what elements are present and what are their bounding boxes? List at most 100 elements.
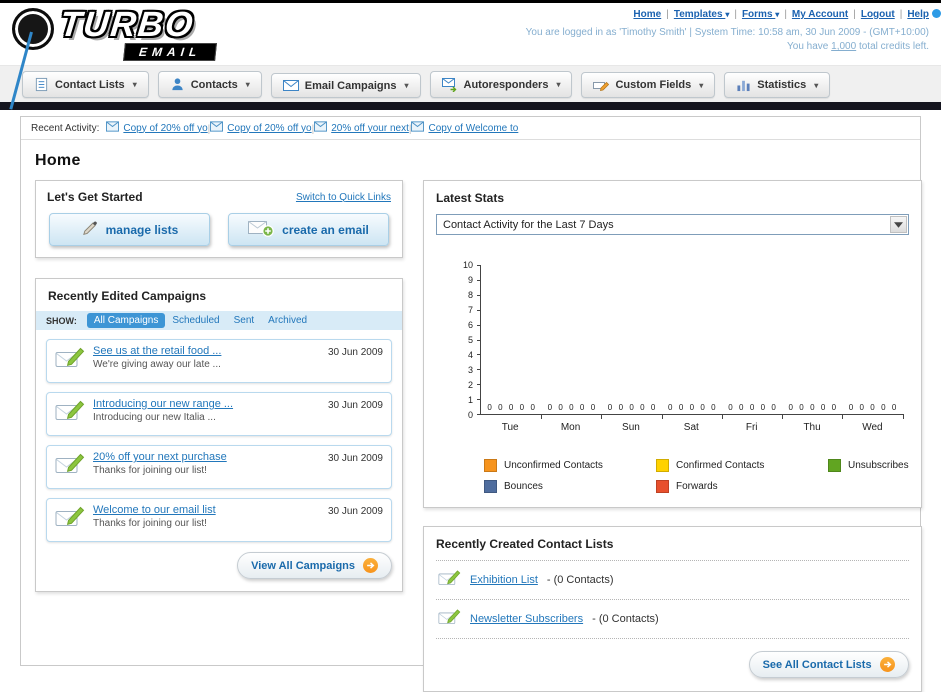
stats-period-select[interactable]: Contact Activity for the Last 7 Days bbox=[436, 214, 909, 235]
campaign-tab-all-campaigns[interactable]: All Campaigns bbox=[86, 313, 166, 328]
campaign-text: 20% off your next purchase Thanks for joi… bbox=[93, 451, 320, 476]
logo-title: TURBO bbox=[58, 5, 197, 44]
link-separator: | bbox=[853, 9, 856, 20]
campaign-subtitle: We're giving away our late ... bbox=[93, 359, 221, 370]
y-axis-tick-label: 9 bbox=[467, 275, 473, 285]
bar-value-labels: 00000 bbox=[722, 403, 782, 412]
link-separator: | bbox=[734, 9, 737, 20]
chart-day-group: 00000 bbox=[842, 265, 904, 419]
create-email-label: create an email bbox=[282, 222, 369, 237]
campaign-tab-scheduled[interactable]: Scheduled bbox=[165, 313, 226, 328]
campaign-item: Welcome to our email list Thanks for join… bbox=[46, 498, 392, 542]
view-all-campaigns-label: View All Campaigns bbox=[251, 559, 355, 572]
pencil-icon bbox=[81, 220, 98, 240]
bar-value-labels: 00000 bbox=[601, 403, 661, 412]
top-link-forms[interactable]: Forms ▾ bbox=[742, 9, 779, 20]
envelope-pencil-icon bbox=[55, 346, 85, 376]
credits-text: You have 1,000 total credits left. bbox=[526, 41, 929, 52]
bar-value-labels: 00000 bbox=[481, 403, 541, 412]
legend-item-unsubscribes: Unsubscribes bbox=[828, 459, 909, 472]
nav-tab-statistics[interactable]: Statistics ▾ bbox=[724, 72, 831, 98]
contact-list-link[interactable]: Exhibition List bbox=[470, 574, 538, 586]
recent-activity-bar: Recent Activity: Copy of 20% off yo | Copy… bbox=[21, 117, 920, 140]
envelope-pencil-icon bbox=[55, 399, 85, 429]
nav-tab-autoresponders[interactable]: Autoresponders ▾ bbox=[429, 71, 573, 98]
bar-value-label: 0 bbox=[881, 403, 886, 412]
nav-divider-bar bbox=[0, 102, 941, 110]
chart-legend: Unconfirmed Contacts Confirmed Contacts Un… bbox=[484, 459, 909, 493]
login-info-text: You are logged in as 'Timothy Smith' | S… bbox=[525, 27, 929, 38]
recent-activity-link[interactable]: Copy of 20% off yo bbox=[227, 123, 311, 134]
nav-tab-label: Email Campaigns bbox=[304, 79, 397, 92]
view-all-campaigns-button[interactable]: View All Campaigns bbox=[237, 552, 392, 579]
bar-value-label: 0 bbox=[749, 403, 755, 412]
bar-value-label: 0 bbox=[579, 403, 585, 412]
chart-plot-column: 00000000000000000000000000000000000 Tue M… bbox=[477, 265, 904, 433]
campaign-list: See us at the retail food ... We're givin… bbox=[36, 330, 402, 542]
create-email-button[interactable]: create an email bbox=[228, 213, 389, 246]
recently-edited-campaigns-panel: Recently Edited Campaigns SHOW: All Camp… bbox=[35, 278, 403, 592]
top-link-templates[interactable]: Templates ▾ bbox=[674, 9, 730, 20]
campaign-tab-sent[interactable]: Sent bbox=[227, 313, 262, 328]
campaign-tab-list: All Campaigns Scheduled Sent Archived bbox=[86, 313, 314, 328]
chevron-down-icon: ▾ bbox=[404, 81, 409, 90]
bar-value-label: 0 bbox=[629, 403, 634, 412]
stats-period-value: Contact Activity for the Last 7 Days bbox=[443, 218, 614, 231]
top-link-logout[interactable]: Logout bbox=[861, 9, 895, 20]
recent-activity-link[interactable]: 20% off your next bbox=[331, 123, 409, 134]
contact-list-item: Exhibition List - (0 Contacts) bbox=[436, 561, 909, 600]
bar-value-label: 0 bbox=[607, 403, 613, 412]
chevron-down-icon: ▾ bbox=[699, 80, 704, 90]
legend-label: Confirmed Contacts bbox=[676, 460, 765, 471]
get-started-title: Let's Get Started bbox=[47, 190, 143, 204]
envelope-pencil-icon bbox=[55, 505, 85, 535]
see-all-contact-lists-button[interactable]: See All Contact Lists bbox=[748, 651, 909, 678]
nav-tab-email-campaigns[interactable]: Email Campaigns ▾ bbox=[270, 73, 421, 98]
latest-stats-title: Latest Stats bbox=[436, 191, 505, 205]
campaign-title-link[interactable]: Welcome to our email list bbox=[93, 504, 320, 516]
nav-tab-contact-lists[interactable]: Contact Lists ▾ bbox=[22, 71, 149, 98]
legend-swatch bbox=[828, 459, 841, 472]
contact-list-count: - (0 Contacts) bbox=[592, 613, 659, 625]
switch-to-quick-links[interactable]: Switch to Quick Links bbox=[296, 192, 391, 203]
nav-tab-custom-fields[interactable]: Custom Fields ▾ bbox=[581, 72, 716, 98]
chart-x-axis-labels: Tue Mon Sun Sat Fri Thu Wed bbox=[480, 415, 903, 433]
manage-lists-button[interactable]: manage lists bbox=[49, 213, 210, 246]
top-link-help[interactable]: Help bbox=[907, 9, 929, 20]
contact-list-link[interactable]: Newsletter Subscribers bbox=[470, 613, 583, 625]
chevron-down-icon: ▾ bbox=[245, 80, 250, 89]
x-axis-label: Thu bbox=[803, 422, 821, 433]
bar-value-label: 0 bbox=[810, 403, 815, 412]
bar-value-label: 0 bbox=[689, 403, 695, 412]
contact-list-count: - (0 Contacts) bbox=[546, 574, 614, 586]
mail-small-icon bbox=[106, 121, 120, 135]
nav-tab-contacts[interactable]: Contacts ▾ bbox=[157, 71, 262, 98]
custom-fields-icon bbox=[593, 78, 610, 92]
campaign-tab-archived[interactable]: Archived bbox=[261, 313, 314, 328]
logo-subtitle: EMAIL bbox=[123, 43, 218, 61]
x-axis-label: Mon bbox=[560, 422, 581, 433]
top-link-my-account[interactable]: My Account bbox=[792, 9, 848, 20]
recent-activity-link[interactable]: Copy of Welcome to bbox=[428, 123, 518, 134]
bar-value-label: 0 bbox=[771, 403, 776, 412]
campaign-title-link[interactable]: Introducing our new range ... bbox=[93, 398, 320, 410]
top-link-home[interactable]: Home bbox=[633, 9, 661, 20]
campaign-text: See us at the retail food ... We're givin… bbox=[93, 345, 320, 370]
campaign-title-link[interactable]: 20% off your next purchase bbox=[93, 451, 320, 463]
bar-value-label: 0 bbox=[760, 403, 766, 412]
page-title: Home bbox=[35, 152, 81, 169]
nav-tab-label: Contacts bbox=[190, 78, 238, 91]
recent-activity-link[interactable]: Copy of 20% off yo bbox=[123, 123, 207, 134]
email-campaigns-icon bbox=[282, 79, 299, 92]
y-axis-tick-label: 0 bbox=[467, 410, 473, 420]
bar-value-label: 0 bbox=[700, 403, 705, 412]
contact-lists-icon bbox=[34, 77, 49, 92]
manage-lists-label: manage lists bbox=[105, 222, 179, 237]
legend-label: Forwards bbox=[676, 481, 718, 492]
autoresponders-icon bbox=[441, 77, 458, 92]
campaign-title-link[interactable]: See us at the retail food ... bbox=[93, 345, 320, 357]
chart-day-group: 00000 bbox=[782, 265, 844, 419]
show-label: SHOW: bbox=[46, 315, 77, 326]
chevron-down-icon: ▾ bbox=[814, 80, 819, 90]
x-axis-label: Wed bbox=[862, 422, 883, 433]
